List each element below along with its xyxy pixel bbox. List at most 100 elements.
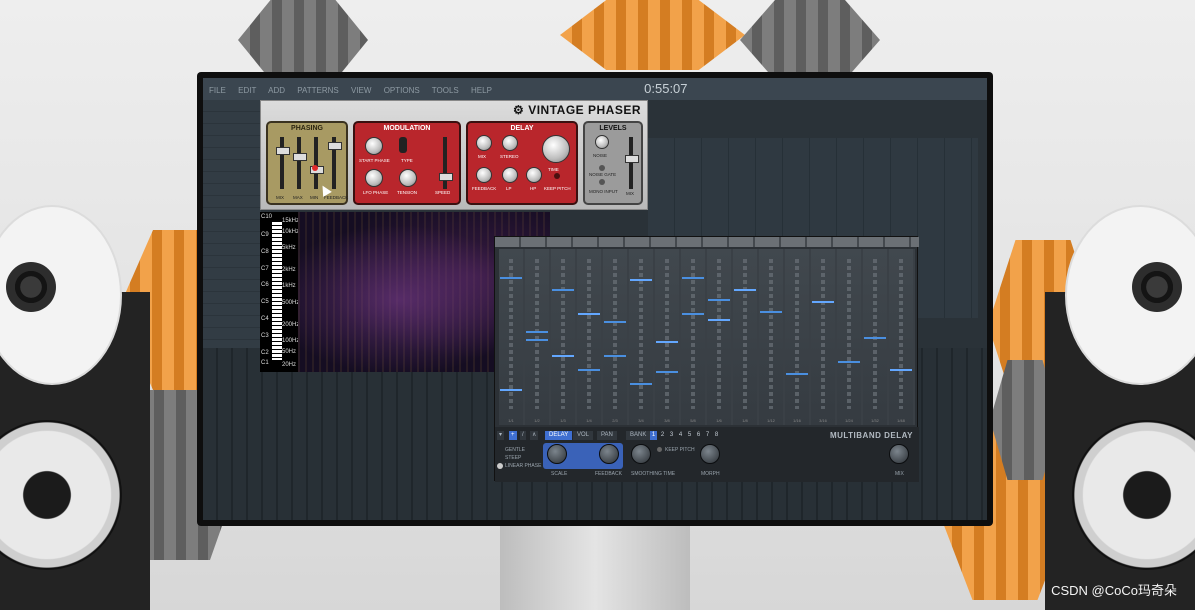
delay-marker[interactable] <box>578 313 600 315</box>
keep-pitch-toggle[interactable] <box>554 173 560 179</box>
noise-gate-toggle[interactable] <box>599 165 605 171</box>
delay-marker[interactable] <box>812 301 834 303</box>
band-column[interactable] <box>577 249 601 425</box>
delay-marker[interactable] <box>656 371 678 373</box>
min-slider[interactable] <box>310 137 324 189</box>
curve-tool-icon[interactable]: ∧ <box>530 431 539 440</box>
bank-button-8[interactable]: 8 <box>713 431 720 440</box>
add-icon[interactable]: + <box>509 431 517 440</box>
menu-item[interactable]: VIEW <box>351 86 371 95</box>
bank-button-1[interactable]: 1 <box>650 431 657 440</box>
delay-marker[interactable] <box>500 389 522 391</box>
start-phase-knob[interactable] <box>365 137 383 155</box>
line-tool-icon[interactable]: / <box>520 431 526 440</box>
delay-panel: DELAY MIX STEREO TIME FEEDBACK LP HP KEE… <box>466 121 578 205</box>
lp-knob[interactable] <box>502 167 518 183</box>
note-label: C4 <box>261 316 269 322</box>
type-switch[interactable] <box>399 137 407 153</box>
delay-marker[interactable] <box>630 383 652 385</box>
delay-marker[interactable] <box>526 331 548 333</box>
bank-button-5[interactable]: 5 <box>686 431 693 440</box>
bank-button-6[interactable]: 6 <box>695 431 702 440</box>
band-editor[interactable]: 1/1 1/2 1/3 1/4 2/3 3/4 3/8 5/8 1/6 1/8 1/12 1/16 3/… <box>499 249 915 425</box>
menu-item[interactable]: HELP <box>471 86 492 95</box>
delay-marker[interactable] <box>708 319 730 321</box>
delay-marker[interactable] <box>734 289 756 291</box>
delay-marker[interactable] <box>682 277 704 279</box>
tab-pan[interactable]: PAN <box>597 431 617 440</box>
band-column[interactable] <box>811 249 835 425</box>
delay-feedback-knob[interactable] <box>476 167 492 183</box>
feedback-slider[interactable] <box>328 137 342 189</box>
delay-marker[interactable] <box>708 299 730 301</box>
levels-mix-slider[interactable] <box>625 137 639 189</box>
band-column[interactable] <box>629 249 653 425</box>
delay-marker[interactable] <box>786 373 808 375</box>
menu-item[interactable]: ADD <box>268 86 285 95</box>
delay-marker[interactable] <box>630 279 652 281</box>
delay-marker[interactable] <box>578 369 600 371</box>
mode-steep[interactable]: STEEP <box>505 455 521 461</box>
band-column[interactable] <box>837 249 861 425</box>
delay-marker[interactable] <box>500 277 522 279</box>
tab-delay[interactable]: DELAY <box>545 431 573 440</box>
menu-item[interactable]: PATTERNS <box>297 86 338 95</box>
delay-marker[interactable] <box>552 289 574 291</box>
menu-item[interactable]: FILE <box>209 86 226 95</box>
delay-marker[interactable] <box>864 337 886 339</box>
band-column[interactable] <box>707 249 731 425</box>
bank-button-2[interactable]: 2 <box>659 431 666 440</box>
scale-knob[interactable] <box>547 444 567 464</box>
mix-knob[interactable] <box>889 444 909 464</box>
delay-marker[interactable] <box>838 361 860 363</box>
mode-linear-phase[interactable]: LINEAR PHASE <box>505 463 541 469</box>
bank-button-7[interactable]: 7 <box>704 431 711 440</box>
band-column[interactable] <box>733 249 757 425</box>
band-column[interactable] <box>499 249 523 425</box>
hp-knob[interactable] <box>526 167 542 183</box>
delay-mix-knob[interactable] <box>476 135 492 151</box>
menu-item[interactable]: OPTIONS <box>384 86 420 95</box>
delay-marker[interactable] <box>656 341 678 343</box>
mono-input-toggle[interactable] <box>599 179 605 185</box>
menu-item[interactable]: EDIT <box>238 86 256 95</box>
noise-knob[interactable] <box>595 135 609 149</box>
delay-marker[interactable] <box>552 355 574 357</box>
delay-marker[interactable] <box>604 321 626 323</box>
note-label: C3 <box>261 333 269 339</box>
keep-pitch-led[interactable] <box>657 447 662 452</box>
tension-knob[interactable] <box>399 169 417 187</box>
max-slider[interactable] <box>293 137 307 189</box>
band-column[interactable] <box>681 249 705 425</box>
morph-knob[interactable] <box>700 444 720 464</box>
delay-marker[interactable] <box>682 313 704 315</box>
stereo-knob[interactable] <box>502 135 518 151</box>
delay-marker[interactable] <box>526 339 548 341</box>
delay-marker[interactable] <box>890 369 912 371</box>
speed-slider[interactable] <box>439 137 453 189</box>
lfo-phase-knob[interactable] <box>365 169 383 187</box>
linear-phase-radio[interactable] <box>497 463 503 469</box>
menu-item[interactable]: TOOLS <box>432 86 459 95</box>
smoothing-time-knob[interactable] <box>631 444 651 464</box>
bank-button-4[interactable]: 4 <box>677 431 684 440</box>
band-column[interactable] <box>759 249 783 425</box>
tab-vol[interactable]: VOL <box>573 431 594 440</box>
band-column[interactable] <box>551 249 575 425</box>
delay-marker[interactable] <box>760 311 782 313</box>
time-knob[interactable] <box>542 135 570 163</box>
time-label: TIME <box>548 167 559 172</box>
band-column[interactable] <box>889 249 913 425</box>
band-column[interactable] <box>785 249 809 425</box>
delay-marker[interactable] <box>604 355 626 357</box>
phasing-title: PHASING <box>291 125 323 132</box>
band-column[interactable] <box>655 249 679 425</box>
mix-slider[interactable] <box>276 137 290 189</box>
chevron-down-icon[interactable]: ▾ <box>497 431 505 440</box>
bank-button-3[interactable]: 3 <box>668 431 675 440</box>
band-column[interactable] <box>525 249 549 425</box>
levels-panel: LEVELS NOISE NOISE GATE MONO INPUT MIX <box>583 121 643 205</box>
mode-gentle[interactable]: GENTLE <box>505 447 525 453</box>
band-column[interactable] <box>603 249 627 425</box>
feedback-knob[interactable] <box>599 444 619 464</box>
